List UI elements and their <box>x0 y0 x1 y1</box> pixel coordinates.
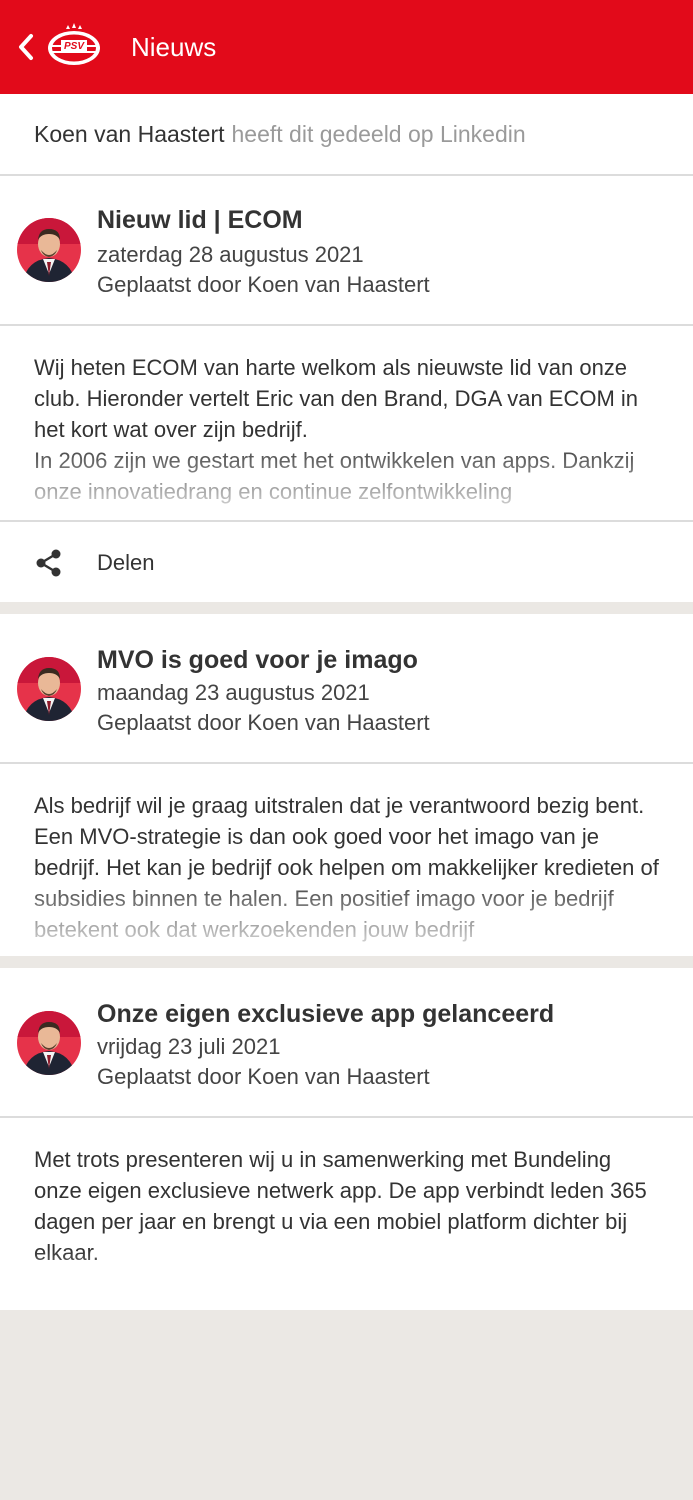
chevron-left-icon <box>19 34 33 60</box>
news-card: Koen van Haastert heeft dit gedeeld op L… <box>0 94 693 602</box>
shared-source-text: heeft dit gedeeld op Linkedin <box>231 120 526 147</box>
text-fade <box>0 440 693 520</box>
post-excerpt[interactable]: Wij heten ECOM van harte welkom als nieu… <box>0 326 693 520</box>
shared-by-name[interactable]: Koen van Haastert <box>34 121 225 148</box>
post-header[interactable]: Onze eigen exclusieve app gelanceerd vri… <box>0 968 693 1118</box>
news-card: MVO is goed voor je imago maandag 23 aug… <box>0 614 693 956</box>
avatar <box>17 218 81 282</box>
avatar <box>17 1011 81 1075</box>
text-fade <box>0 1250 693 1310</box>
app-header: PSV Nieuws <box>0 0 693 94</box>
post-author: Geplaatst door Koen van Haastert <box>97 272 430 297</box>
shared-info: Koen van Haastert heeft dit gedeeld op L… <box>0 94 693 176</box>
post-excerpt[interactable]: Met trots presenteren wij u in samenwerk… <box>0 1118 693 1310</box>
post-author: Geplaatst door Koen van Haastert <box>97 1064 430 1089</box>
post-title: Nieuw lid | ECOM <box>97 206 303 234</box>
page-title: Nieuws <box>131 32 217 62</box>
card-separator <box>0 956 693 968</box>
post-title: Onze eigen exclusieve app gelanceerd <box>97 1000 555 1028</box>
share-icon <box>36 549 61 577</box>
post-date: maandag 23 augustus 2021 <box>97 680 370 705</box>
back-button[interactable] <box>14 31 38 63</box>
psv-logo[interactable]: PSV <box>46 22 102 68</box>
post-title: MVO is goed voor je imago <box>97 646 418 674</box>
share-button[interactable]: Delen <box>0 520 693 602</box>
post-author: Geplaatst door Koen van Haastert <box>97 710 430 735</box>
post-header[interactable]: Nieuw lid | ECOM zaterdag 28 augustus 20… <box>0 176 693 326</box>
avatar <box>17 657 81 721</box>
logo-text: PSV <box>64 41 85 52</box>
post-date: zaterdag 28 augustus 2021 <box>97 242 364 267</box>
share-label: Delen <box>97 550 155 575</box>
text-fade <box>0 876 693 956</box>
card-separator <box>0 602 693 614</box>
post-header[interactable]: MVO is goed voor je imago maandag 23 aug… <box>0 614 693 764</box>
post-date: vrijdag 23 juli 2021 <box>97 1034 281 1059</box>
post-excerpt[interactable]: Als bedrijf wil je graag uitstralen dat … <box>0 764 693 956</box>
news-card: Onze eigen exclusieve app gelanceerd vri… <box>0 968 693 1310</box>
